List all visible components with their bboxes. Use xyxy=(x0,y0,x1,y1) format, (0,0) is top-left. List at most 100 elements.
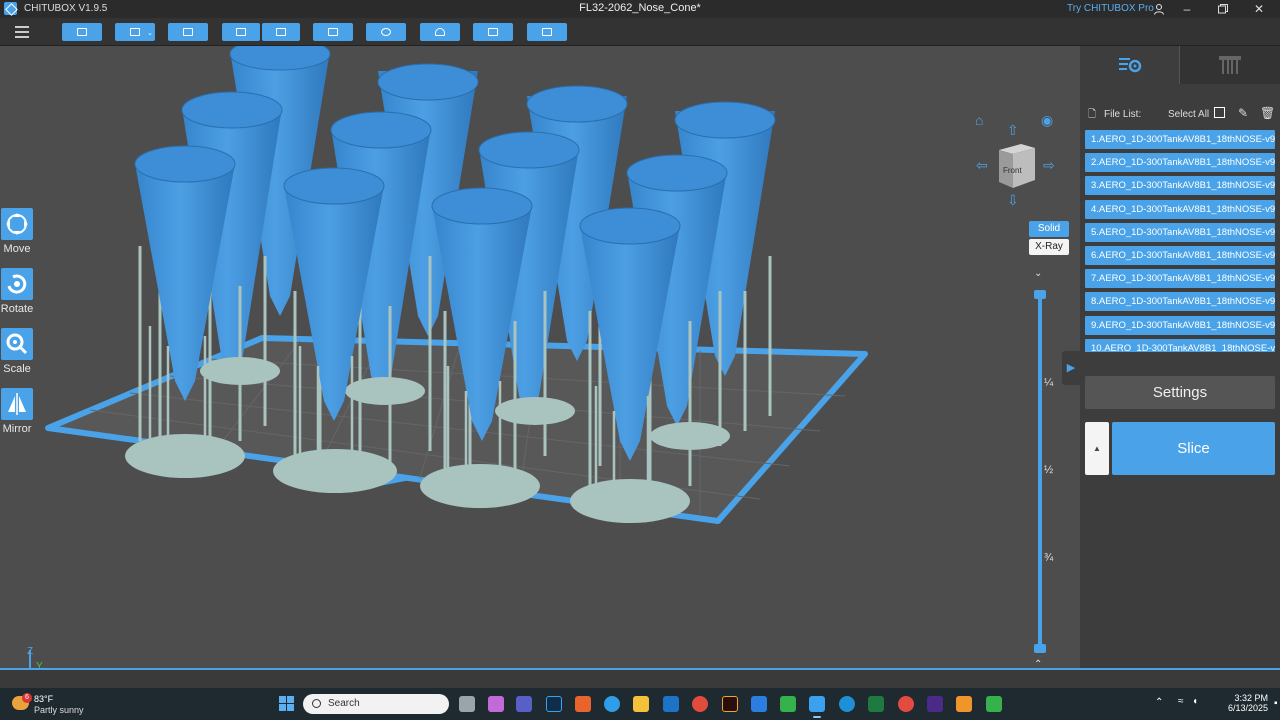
file-list-item[interactable]: 6.AERO_1D-300TankAV8B1_18thNOSE-v9.stl #… xyxy=(1085,245,1275,265)
app-green-2-icon[interactable] xyxy=(986,696,1002,712)
cone-rim xyxy=(579,207,681,245)
app-green-icon[interactable] xyxy=(780,696,796,712)
collapse-panel-icon[interactable]: ▶ xyxy=(1062,351,1080,385)
trash-icon[interactable]: 🗑 xyxy=(1260,106,1275,120)
scale-icon[interactable] xyxy=(1,328,33,360)
eye-icon[interactable]: ◉ xyxy=(1041,112,1053,129)
taskbar-search[interactable]: Search xyxy=(303,694,449,714)
rotate-left-arrow-icon[interactable]: ⇦ xyxy=(976,157,988,174)
build-plate-scene[interactable] xyxy=(0,46,1080,668)
hamburger-menu-icon[interactable] xyxy=(15,26,29,38)
file-list-label: File List: xyxy=(1104,109,1142,120)
layer-slider-top-handle[interactable] xyxy=(1034,290,1046,299)
chitubox-taskbar-icon[interactable] xyxy=(809,696,825,718)
import-button[interactable] xyxy=(168,23,208,41)
copilot-icon[interactable] xyxy=(488,696,504,712)
outlook-icon[interactable] xyxy=(663,696,679,712)
weather-widget[interactable]: 6 83°F Partly sunny xyxy=(12,692,102,716)
settings-button[interactable]: Settings xyxy=(1085,376,1275,409)
try-pro-link[interactable]: Try CHITUBOX Pro xyxy=(1067,3,1154,14)
file-list-item[interactable]: 1.AERO_1D-300TankAV8B1_18thNOSE-v9.stl #… xyxy=(1085,130,1275,149)
file-list-item[interactable]: 2.AERO_1D-300TankAV8B1_18thNOSE-v9.stl #… xyxy=(1085,153,1275,173)
wifi-icon[interactable]: ≈ xyxy=(1178,696,1184,707)
tool-label: Scale xyxy=(3,363,31,375)
chevron-down-icon[interactable]: ⌄ xyxy=(1034,268,1042,279)
layer-slider[interactable]: ⌄ ¼ ½ ¾ ⌃ xyxy=(1030,266,1054,668)
slice-options-expand-button[interactable]: ▲ xyxy=(1085,422,1109,475)
amazon-music-icon[interactable] xyxy=(927,696,943,712)
task-view-icon[interactable] xyxy=(459,696,475,712)
slider-tick-quarter: ¼ xyxy=(1044,377,1054,389)
user-icon[interactable] xyxy=(1144,0,1174,18)
layer-slider-track[interactable] xyxy=(1038,292,1042,648)
file-list-item[interactable]: 10.AERO_1D-300TankAV8B1_18thNOSE-v9.stl … xyxy=(1085,338,1275,352)
open-file-button[interactable] xyxy=(62,23,102,41)
file-list-item[interactable]: 9.AERO_1D-300TankAV8B1_18thNOSE-v9.stl #… xyxy=(1085,315,1275,335)
select-all-label[interactable]: Select All xyxy=(1168,109,1209,120)
mirror-icon[interactable] xyxy=(1,388,33,420)
file-list-item[interactable]: 4.AERO_1D-300TankAV8B1_18thNOSE-v9.stl #… xyxy=(1085,199,1275,219)
edit-icon[interactable]: ✎ xyxy=(1238,106,1248,120)
edge-icon[interactable] xyxy=(604,696,620,712)
redo-button[interactable] xyxy=(262,23,300,41)
notifications-icon[interactable]: ▪ xyxy=(1274,698,1278,709)
file-list-item[interactable]: 7.AERO_1D-300TankAV8B1_18thNOSE-v9.stl #… xyxy=(1085,269,1275,289)
file-list-item[interactable]: 3.AERO_1D-300TankAV8B1_18thNOSE-v9.stl #… xyxy=(1085,176,1275,196)
tool-mirror[interactable]: Mirror xyxy=(0,388,34,435)
tool-rotate[interactable]: Rotate xyxy=(0,268,34,315)
file-explorer-icon[interactable] xyxy=(633,696,649,712)
duplicate-button[interactable] xyxy=(313,23,353,41)
teams-icon[interactable] xyxy=(516,696,532,712)
chrome-profile-icon[interactable] xyxy=(898,696,914,712)
supports-button[interactable] xyxy=(420,23,460,41)
dropbox-icon[interactable] xyxy=(751,696,767,712)
slider-tick-half: ½ xyxy=(1044,464,1054,476)
view-cube-front-face: Front xyxy=(1003,166,1022,175)
cone-rim xyxy=(181,91,283,129)
hollow-button[interactable] xyxy=(473,23,513,41)
home-view-icon[interactable]: ⌂ xyxy=(975,112,983,128)
close-icon[interactable]: ✕ xyxy=(1244,0,1274,18)
tool-scale[interactable]: Scale xyxy=(0,328,34,375)
app-blue-icon[interactable] xyxy=(839,696,855,712)
view-cube[interactable]: Front xyxy=(995,140,1039,190)
slice-button[interactable]: Slice xyxy=(1112,422,1275,475)
start-button[interactable] xyxy=(279,696,295,712)
move-icon[interactable] xyxy=(1,208,33,240)
volume-icon[interactable]: ◖ xyxy=(1192,696,1198,707)
layer-slider-bottom-handle[interactable] xyxy=(1034,644,1046,653)
chevron-down-icon[interactable]: ⌄ xyxy=(147,29,153,37)
chevron-up-icon[interactable]: ⌃ xyxy=(1034,659,1042,668)
arrange-button[interactable] xyxy=(366,23,406,41)
tab-support-settings[interactable] xyxy=(1180,46,1280,84)
select-all-checkbox[interactable] xyxy=(1214,107,1225,118)
rotate-up-arrow-icon[interactable]: ⇧ xyxy=(1007,122,1019,139)
support-settings-icon xyxy=(1219,56,1241,74)
tab-model-settings[interactable] xyxy=(1080,46,1180,84)
clock-time: 3:32 PM xyxy=(1234,693,1268,703)
file-list-item[interactable]: 8.AERO_1D-300TankAV8B1_18thNOSE-v9.stl #… xyxy=(1085,292,1275,312)
tray-chevron-up-icon[interactable]: ⌃ xyxy=(1155,697,1163,708)
app-orange-icon[interactable] xyxy=(956,696,972,712)
undo-button[interactable] xyxy=(222,23,260,41)
file-list-item[interactable]: 5.AERO_1D-300TankAV8B1_18thNOSE-v9.stl #… xyxy=(1085,222,1275,242)
3d-viewport[interactable]: Move Rotate Scale Mirror ⌂ ◉ ⇧ ⇦ ⇨ ⇩ Fro… xyxy=(0,46,1080,668)
chrome-icon[interactable] xyxy=(692,696,708,712)
xray-mode-button[interactable]: X-Ray xyxy=(1029,239,1069,255)
save-button[interactable]: ⌄ xyxy=(115,23,155,41)
photoshop-icon[interactable] xyxy=(546,696,562,712)
solid-mode-button[interactable]: Solid xyxy=(1029,221,1069,237)
rotate-down-arrow-icon[interactable]: ⇩ xyxy=(1007,192,1019,209)
minimize-icon[interactable]: – xyxy=(1172,0,1202,18)
rotate-right-arrow-icon[interactable]: ⇨ xyxy=(1043,157,1055,174)
cone-rim xyxy=(283,167,385,205)
tool-move[interactable]: Move xyxy=(0,208,34,255)
excel-icon[interactable] xyxy=(868,696,884,712)
maximize-icon[interactable] xyxy=(1208,0,1238,18)
view-cube-widget[interactable]: ⌂ ◉ ⇧ ⇦ ⇨ ⇩ Front xyxy=(975,110,1060,210)
rotate-icon[interactable] xyxy=(1,268,33,300)
fusion-icon[interactable] xyxy=(575,696,591,712)
dig-hole-button[interactable] xyxy=(527,23,567,41)
taskbar-clock[interactable]: 3:32 PM 6/13/2025 xyxy=(1212,693,1268,713)
illustrator-icon[interactable] xyxy=(722,696,738,712)
